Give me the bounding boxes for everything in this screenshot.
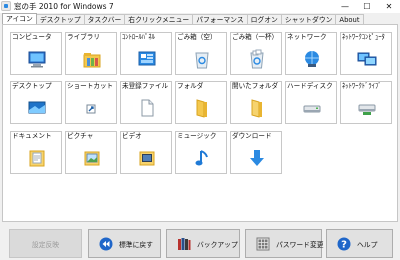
keypad-icon (256, 237, 270, 251)
backup-label: バックアップ (197, 240, 238, 249)
tab-context-menu[interactable]: 右クリックメニュー (124, 14, 194, 24)
tile-control-panel[interactable]: ｺﾝﾄﾛｰﾙﾊﾟﾈﾙ (120, 32, 172, 75)
tab-bar: アイコン デスクトップ タスクバー 右クリックメニュー パフォーマンス ログオン… (2, 13, 364, 24)
tile-network[interactable]: ネットワーク (285, 32, 337, 75)
help-button[interactable]: ? ヘルプ (326, 229, 393, 258)
action-button-row: 設定反映 標準に戻す バックアップ パスワード変更 ? ヘルプ (0, 226, 400, 260)
network-icon (301, 48, 323, 70)
tile-label: ビデオ (122, 132, 142, 140)
tab-performance[interactable]: パフォーマンス (192, 14, 248, 24)
tile-label: ピクチャ (67, 132, 94, 140)
change-password-button[interactable]: パスワード変更 (245, 229, 324, 258)
tile-label: ハードディスク (287, 82, 333, 90)
library-icon (81, 48, 103, 70)
tile-network-drive[interactable]: ﾈｯﾄﾜｰｸﾄﾞﾗｲﾌﾞ (340, 81, 392, 124)
computer-icon (26, 48, 48, 70)
tile-unregistered-file[interactable]: 未登録ファイル (120, 81, 172, 124)
tile-computer[interactable]: コンピュータ (10, 32, 62, 75)
tile-label: ﾈｯﾄﾜｰｸｺﾝﾋﾟｭｰﾀ (342, 33, 385, 41)
tile-pictures[interactable]: ピクチャ (65, 131, 117, 174)
control-panel-icon (136, 48, 158, 70)
window-controls: — ☐ ✕ (334, 0, 400, 13)
tile-downloads[interactable]: ダウンロード (230, 131, 282, 174)
tile-folder[interactable]: フォルダ (175, 81, 227, 124)
tab-taskbar[interactable]: タスクバー (83, 14, 126, 24)
tile-music[interactable]: ミュージック (175, 131, 227, 174)
tile-recycle-full[interactable]: ごみ箱（一杯） (230, 32, 282, 75)
tile-network-computer[interactable]: ﾈｯﾄﾜｰｸｺﾝﾋﾟｭｰﾀ (340, 32, 392, 75)
close-button[interactable]: ✕ (378, 0, 400, 13)
recycle-bin-empty-icon (191, 48, 213, 70)
tile-recycle-empty[interactable]: ごみ箱（空） (175, 32, 227, 75)
tile-label: デスクトップ (12, 82, 52, 90)
documents-icon (26, 147, 48, 169)
minimize-button[interactable]: — (334, 0, 356, 13)
hard-disk-icon (301, 97, 323, 119)
tab-shutdown[interactable]: シャットダウン (280, 14, 337, 24)
backup-books-icon (177, 237, 191, 251)
tile-label: フォルダ (177, 82, 204, 90)
tile-videos[interactable]: ビデオ (120, 131, 172, 174)
tile-label: ｺﾝﾄﾛｰﾙﾊﾟﾈﾙ (122, 33, 155, 41)
tab-icon[interactable]: アイコン (2, 13, 37, 24)
network-drive-icon (356, 97, 378, 119)
tile-label: ショートカット (67, 82, 114, 90)
tile-label: ごみ箱（空） (177, 33, 217, 41)
change-password-label: パスワード変更 (276, 240, 324, 249)
tile-label: 未登録ファイル (122, 82, 169, 90)
unregistered-file-icon (136, 97, 158, 119)
network-computer-icon (356, 48, 378, 70)
svg-text:?: ? (341, 239, 347, 250)
icon-settings-panel: コンピュータ ライブラリ ｺﾝﾄﾛｰﾙﾊﾟﾈﾙ ごみ箱（空） ごみ箱（一杯） ネ… (2, 24, 398, 222)
restore-defaults-label: 標準に戻す (119, 240, 153, 249)
tab-desktop[interactable]: デスクトップ (35, 14, 85, 24)
tile-hard-disk[interactable]: ハードディスク (285, 81, 337, 124)
videos-icon (136, 147, 158, 169)
window-title: 窓の手 2010 for Windows 7 (14, 2, 114, 11)
folder-icon (191, 97, 213, 119)
tile-label: ダウンロード (232, 132, 272, 140)
tile-label: 開いたフォルダ (232, 82, 279, 90)
apply-settings-button[interactable]: 設定反映 (9, 229, 82, 258)
pictures-icon (81, 147, 103, 169)
tile-library[interactable]: ライブラリ (65, 32, 117, 75)
tile-documents[interactable]: ドキュメント (10, 131, 62, 174)
rewind-icon (99, 237, 113, 251)
help-icon: ? (337, 237, 351, 251)
tab-logon[interactable]: ログオン (246, 14, 282, 24)
desktop-icon (26, 97, 48, 119)
maximize-button[interactable]: ☐ (356, 0, 378, 13)
app-window: 窓の手 2010 for Windows 7 — ☐ ✕ アイコン デスクトップ… (0, 0, 400, 260)
music-icon (191, 147, 213, 169)
tile-label: コンピュータ (12, 33, 52, 41)
app-icon[interactable] (1, 1, 11, 11)
title-bar[interactable]: 窓の手 2010 for Windows 7 — ☐ ✕ (0, 0, 400, 13)
tile-label: ライブラリ (67, 33, 100, 41)
shortcut-icon (81, 97, 103, 119)
backup-button[interactable]: バックアップ (166, 229, 240, 258)
tile-label: ドキュメント (12, 132, 52, 140)
tile-label: ミュージック (177, 132, 217, 140)
tile-label: ﾈｯﾄﾜｰｸﾄﾞﾗｲﾌﾞ (342, 82, 382, 90)
help-label: ヘルプ (357, 240, 378, 249)
tile-shortcut[interactable]: ショートカット (65, 81, 117, 124)
tile-desktop[interactable]: デスクトップ (10, 81, 62, 124)
downloads-icon (246, 147, 268, 169)
tile-label: ごみ箱（一杯） (232, 33, 279, 41)
apply-settings-label: 設定反映 (31, 240, 60, 249)
tile-open-folder[interactable]: 開いたフォルダ (230, 81, 282, 124)
tile-label: ネットワーク (287, 33, 327, 41)
open-folder-icon (246, 97, 268, 119)
restore-defaults-button[interactable]: 標準に戻す (88, 229, 161, 258)
tab-about[interactable]: About (335, 14, 364, 24)
recycle-bin-full-icon (246, 48, 268, 70)
